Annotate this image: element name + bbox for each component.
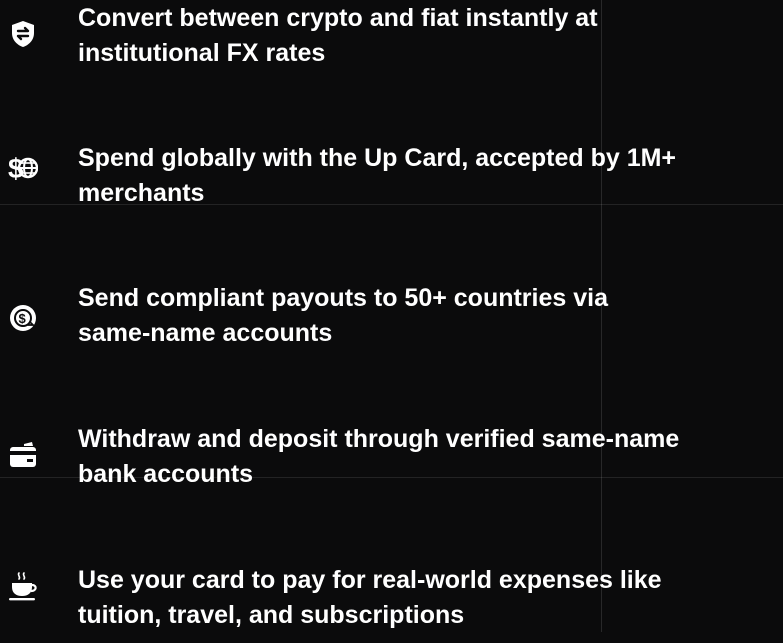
feature-text-line: institutional FX rates (78, 39, 326, 67)
feature-text-line: same-name accounts (78, 319, 333, 347)
feature-item-bank: Withdraw and deposit through verified sa… (0, 422, 783, 502)
feature-text-line: Spend globally with the Up Card, accepte… (78, 144, 677, 172)
shield-exchange-icon (8, 19, 38, 49)
feature-item-expenses: Use your card to pay for real-world expe… (0, 563, 783, 643)
coffee-cup-icon (8, 571, 38, 627)
feature-item-convert: Convert between crypto and fiat instantl… (0, 1, 783, 81)
feature-item-spend: $ Spend globally with the Up Card, accep… (0, 141, 783, 221)
feature-text: Use your card to pay for real-world expe… (78, 563, 783, 633)
feature-text: Spend globally with the Up Card, accepte… (78, 141, 783, 211)
feature-text-line: Convert between crypto and fiat instantl… (78, 4, 598, 32)
feature-item-payouts: $ Send compliant payouts to 50+ countrie… (0, 281, 783, 361)
feature-text-line: Use your card to pay for real-world expe… (78, 566, 662, 594)
feature-text-line: Send compliant payouts to 50+ countries … (78, 284, 608, 312)
feature-text-line: merchants (78, 179, 205, 207)
feature-text-line: tuition, travel, and subscriptions (78, 601, 465, 629)
feature-text: Withdraw and deposit through verified sa… (78, 422, 783, 492)
svg-text:$: $ (19, 311, 27, 326)
feature-text-line: bank accounts (78, 460, 254, 488)
bank-card-icon (8, 440, 38, 470)
feature-text: Convert between crypto and fiat instantl… (78, 1, 783, 71)
dollar-globe-icon: $ (8, 153, 38, 183)
feature-text: Send compliant payouts to 50+ countries … (78, 281, 783, 351)
feature-text-line: Withdraw and deposit through verified sa… (78, 425, 680, 453)
dollar-transfer-icon: $ (8, 303, 38, 333)
